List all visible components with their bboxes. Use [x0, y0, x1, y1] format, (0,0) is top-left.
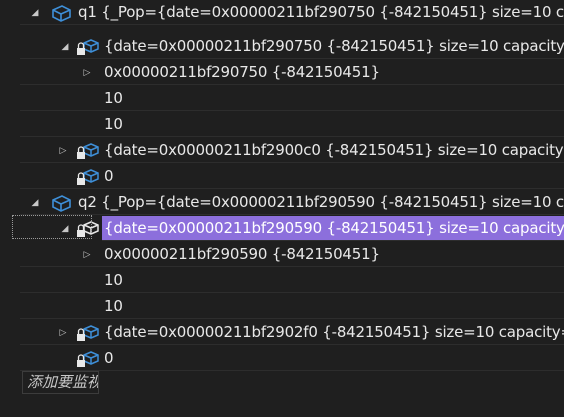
tree-row-text: 10 [104, 297, 123, 315]
object-icon [50, 4, 72, 22]
locked-object-icon [76, 350, 99, 368]
locked-object-icon [76, 220, 99, 238]
tree-row-text: {date=0x00000211bf2900c0 {-842150451} si… [104, 141, 564, 159]
locked-object-icon [76, 142, 99, 160]
tree-row[interactable]: 10 [20, 268, 564, 293]
collapse-caret-icon[interactable]: ▷ [80, 242, 94, 266]
tree-row[interactable]: ▷ 0x00000211bf290590 {-842150451} [20, 242, 564, 267]
tree-row-text: 10 [104, 115, 123, 133]
tree-row-selected[interactable]: {date=0x00000211bf290590 {-842150451} si… [102, 216, 564, 241]
tree-row[interactable]: ▷ {date=0x00000211bf2900c0 {-842150451} … [20, 138, 564, 163]
left-gutter [0, 0, 20, 417]
watch-window: ◢ q1 {_Pop={date=0x00000211bf290750 {-84… [0, 0, 564, 417]
expand-caret-icon[interactable]: ◢ [28, 190, 42, 214]
tree-row-text: 0x00000211bf290750 {-842150451} [104, 63, 380, 81]
expand-caret-icon[interactable]: ◢ [58, 34, 72, 58]
locked-object-icon [76, 168, 99, 186]
collapse-caret-icon[interactable]: ▷ [80, 60, 94, 84]
tree-row[interactable]: 10 [20, 294, 564, 319]
tree-row-text: 10 [104, 89, 123, 107]
tree-row-text: 0 [104, 167, 114, 185]
tree-row[interactable]: ▷ {date=0x00000211bf2902f0 {-842150451} … [20, 320, 564, 345]
tree-row-text: q1 {_Pop={date=0x00000211bf290750 {-8421… [78, 3, 564, 21]
collapse-caret-icon[interactable]: ▷ [56, 138, 70, 162]
tree-row-q2[interactable]: ◢ q2 {_Pop={date=0x00000211bf290590 {-84… [20, 190, 564, 215]
tree-row-text: 10 [104, 271, 123, 289]
add-watch-input[interactable]: 添加要监视的项 [22, 371, 99, 394]
empty-area [0, 394, 564, 417]
tree-row[interactable]: ◢ {date=0x00000211bf290750 {-842150451} … [20, 34, 564, 59]
expand-caret-icon[interactable]: ◢ [28, 0, 42, 24]
tree-row[interactable]: ▷ 0x00000211bf290750 {-842150451} [20, 60, 564, 85]
tree-row-text: q2 {_Pop={date=0x00000211bf290590 {-8421… [78, 193, 564, 211]
tree-row[interactable]: 10 [20, 86, 564, 111]
tree-row-q1[interactable]: ◢ q1 {_Pop={date=0x00000211bf290750 {-84… [20, 0, 564, 25]
tree-row-selected-gutter[interactable]: ◢ [20, 216, 102, 241]
locked-object-icon [76, 38, 99, 56]
collapse-caret-icon[interactable]: ▷ [56, 320, 70, 344]
locked-object-icon [76, 324, 99, 342]
tree-row[interactable]: 0 [20, 346, 564, 371]
watch-tree: ◢ q1 {_Pop={date=0x00000211bf290750 {-84… [20, 0, 564, 371]
tree-row-text: 0 [104, 349, 114, 367]
tree-row[interactable]: 10 [20, 112, 564, 137]
tree-row-text: {date=0x00000211bf290750 {-842150451} si… [104, 37, 564, 55]
tree-row-text: {date=0x00000211bf2902f0 {-842150451} si… [104, 323, 564, 341]
object-icon [50, 194, 72, 212]
expand-caret-icon[interactable]: ◢ [58, 216, 72, 241]
tree-row[interactable]: 0 [20, 164, 564, 189]
tree-row-text: 0x00000211bf290590 {-842150451} [104, 245, 380, 263]
tree-row-text: {date=0x00000211bf290590 {-842150451} si… [104, 219, 564, 237]
